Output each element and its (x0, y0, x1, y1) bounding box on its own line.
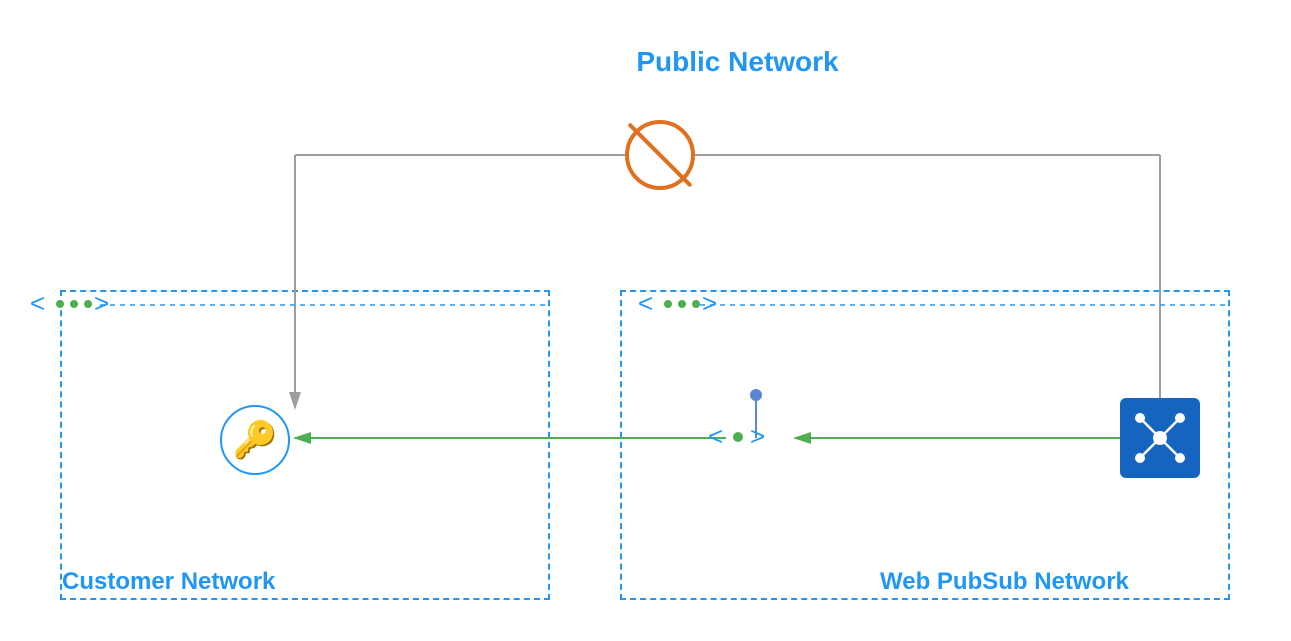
svg-text:>: > (750, 421, 765, 451)
key-icon: 🔑 (220, 405, 290, 475)
diagram-container: Public Network Customer Network Web PubS… (0, 0, 1291, 641)
svg-text:<: < (638, 288, 653, 318)
no-symbol-icon (625, 120, 695, 190)
service-endpoint-icon: < > (706, 415, 786, 459)
webpubsub-service-icon (1120, 398, 1200, 478)
svg-text:<: < (708, 421, 723, 451)
right-connector-icon: < > (636, 282, 726, 326)
svg-text:>: > (94, 288, 109, 318)
left-connector-icon: < > (28, 282, 118, 326)
svg-text:>: > (702, 288, 717, 318)
svg-text:<: < (30, 288, 45, 318)
